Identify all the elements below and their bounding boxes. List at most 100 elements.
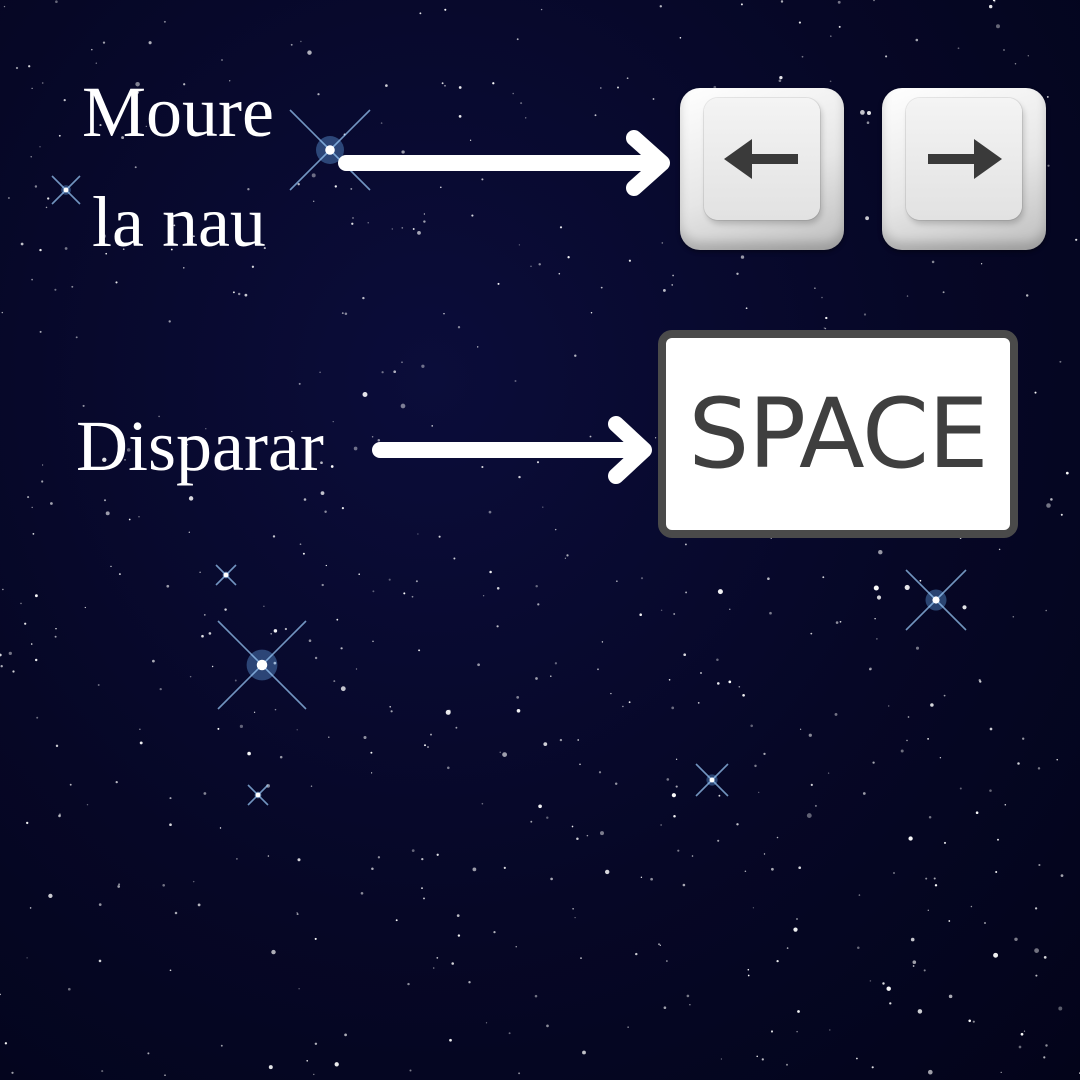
star xyxy=(441,82,444,85)
star xyxy=(407,982,410,986)
right-arrow-key-face xyxy=(906,98,1022,220)
star xyxy=(3,5,6,8)
star xyxy=(546,1024,549,1028)
bright-star xyxy=(695,763,729,797)
star xyxy=(97,684,100,686)
star xyxy=(31,87,33,90)
star xyxy=(666,960,668,962)
star xyxy=(12,670,15,673)
star xyxy=(372,590,375,593)
star xyxy=(224,608,227,611)
star xyxy=(26,821,29,825)
star xyxy=(919,579,922,582)
star xyxy=(321,583,324,587)
star xyxy=(796,1030,798,1033)
star xyxy=(110,565,112,568)
star xyxy=(514,380,517,382)
star xyxy=(377,856,381,859)
star xyxy=(456,914,460,917)
star xyxy=(451,962,454,965)
star xyxy=(444,8,447,11)
star xyxy=(95,62,98,64)
star xyxy=(423,220,426,223)
star xyxy=(673,613,676,615)
star xyxy=(550,877,553,881)
star xyxy=(518,475,521,479)
star xyxy=(793,927,798,932)
star xyxy=(1046,503,1051,508)
star xyxy=(401,361,403,364)
star xyxy=(437,164,441,168)
star xyxy=(508,1032,511,1035)
star xyxy=(524,117,527,119)
star xyxy=(253,711,256,713)
star xyxy=(24,622,27,625)
star xyxy=(1025,294,1029,297)
star xyxy=(391,228,393,230)
star xyxy=(458,115,462,118)
bright-star xyxy=(215,564,237,586)
star xyxy=(55,744,59,748)
star xyxy=(516,708,521,713)
star xyxy=(332,420,334,423)
star xyxy=(948,994,953,999)
star xyxy=(485,1022,488,1024)
star xyxy=(236,858,238,860)
star xyxy=(686,994,690,998)
star xyxy=(67,987,71,991)
star xyxy=(574,916,576,919)
star xyxy=(432,967,435,969)
star xyxy=(980,263,983,265)
star xyxy=(747,974,750,977)
star xyxy=(341,312,344,314)
star xyxy=(352,217,354,219)
star xyxy=(683,653,687,657)
star xyxy=(169,969,172,972)
star xyxy=(317,93,320,96)
star xyxy=(311,173,316,178)
star xyxy=(600,286,603,289)
star xyxy=(1014,63,1017,65)
star xyxy=(1043,1056,1046,1059)
star xyxy=(566,554,569,557)
star xyxy=(239,724,244,729)
star xyxy=(64,247,68,250)
star xyxy=(334,185,337,188)
star xyxy=(571,825,574,828)
star xyxy=(1012,615,1015,618)
star xyxy=(211,665,214,668)
star xyxy=(906,295,909,297)
star xyxy=(671,793,677,798)
star xyxy=(720,1058,723,1060)
star xyxy=(927,909,929,911)
star xyxy=(728,680,732,684)
star xyxy=(42,464,44,466)
star xyxy=(574,354,577,357)
star xyxy=(303,498,307,501)
star xyxy=(933,877,936,880)
star xyxy=(457,934,461,937)
star xyxy=(927,738,929,740)
star xyxy=(756,1055,758,1058)
bright-star xyxy=(905,569,967,631)
star xyxy=(188,496,194,501)
star xyxy=(923,969,926,972)
star xyxy=(516,696,520,699)
star xyxy=(502,752,508,758)
star xyxy=(1043,956,1047,959)
star xyxy=(371,436,374,438)
star xyxy=(453,557,456,560)
star xyxy=(654,437,657,439)
star xyxy=(770,1030,774,1033)
star xyxy=(652,98,655,100)
star xyxy=(605,869,610,875)
star xyxy=(829,80,832,83)
move-ship-label-line2: la nau xyxy=(92,182,266,262)
star xyxy=(834,712,838,716)
star xyxy=(54,288,57,291)
star xyxy=(336,618,339,621)
star xyxy=(535,584,538,588)
star xyxy=(314,1042,318,1046)
star xyxy=(540,8,543,11)
star xyxy=(115,281,118,284)
